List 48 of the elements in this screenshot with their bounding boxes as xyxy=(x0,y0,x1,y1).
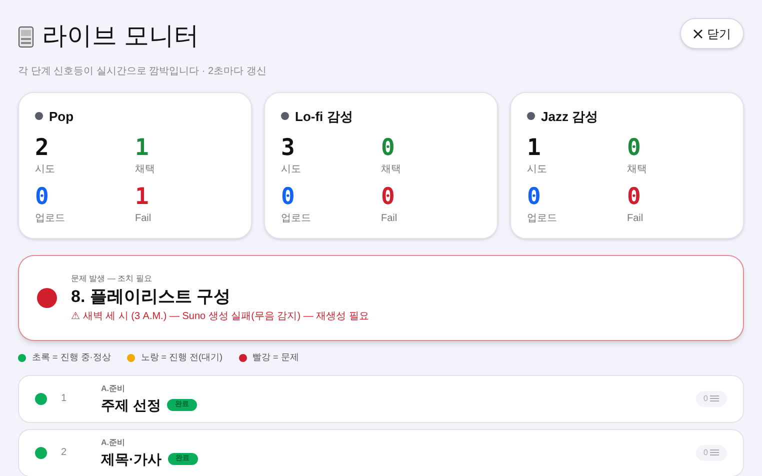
channel-name: Pop xyxy=(49,108,74,126)
stat-value: 0 xyxy=(381,134,396,162)
stat-label: Fail xyxy=(135,212,152,226)
stat-label: Fail xyxy=(627,212,644,226)
legend-label: 노랑 = 진행 전(대기) xyxy=(140,351,223,364)
stat-label: Fail xyxy=(381,212,398,226)
stat-label: 채택 xyxy=(627,163,648,177)
stat-label: 시도 xyxy=(35,163,56,177)
close-button[interactable]: 닫기 xyxy=(680,18,744,49)
step-title: 주제 선정 xyxy=(101,396,161,414)
alert-title: 8. 플레이리스트 구성 xyxy=(71,286,232,308)
stat-label: 채택 xyxy=(135,163,156,177)
step-group: A.준비 xyxy=(101,382,197,394)
stat-label: 업로드 xyxy=(527,212,558,226)
stat-value: 0 xyxy=(381,183,396,211)
legend-label: 빨강 = 문제 xyxy=(252,351,299,364)
page-title: 라이브 모니터 xyxy=(42,21,199,52)
stat-label: 업로드 xyxy=(35,212,66,226)
count-value: 0 xyxy=(704,446,708,458)
stat-value: 3 xyxy=(281,134,296,162)
step-number: 1 xyxy=(61,392,68,406)
alert-eyebrow: 문제 발생 — 조치 필요 xyxy=(71,272,153,284)
legend-label: 초록 = 진행 중·정상 xyxy=(32,351,111,364)
stat-value: 0 xyxy=(627,183,642,211)
page-subtitle: 각 단계 신호등이 실시간으로 깜박입니다 · 2초마다 갱신 xyxy=(18,64,266,78)
step-group: A.준비 xyxy=(101,436,198,448)
stat-value: 0 xyxy=(627,134,642,162)
step-title: 제목·가사 xyxy=(101,450,162,468)
stat-value: 0 xyxy=(527,183,542,211)
stat-value: 1 xyxy=(135,134,150,162)
stat-label: 업로드 xyxy=(281,212,312,226)
channel-name: Jazz 감성 xyxy=(541,108,598,126)
stat-value: 0 xyxy=(281,183,296,211)
stat-label: 채택 xyxy=(381,163,402,177)
alert-message: ⚠ 새벽 세 시 (3 A.M.) — Suno 생성 실패(무음 감지) — 재생성 필요 xyxy=(71,310,369,324)
stat-value: 1 xyxy=(527,134,542,162)
close-icon xyxy=(693,28,703,38)
list-icon xyxy=(710,395,719,402)
stat-value: 0 xyxy=(35,183,50,211)
count-value: 0 xyxy=(704,392,708,404)
list-icon xyxy=(710,449,719,456)
stat-label: 시도 xyxy=(527,163,548,177)
stat-value: 1 xyxy=(135,183,150,211)
pager-icon xyxy=(18,26,34,48)
channel-name: Lo-fi 감성 xyxy=(295,108,353,126)
step-number: 2 xyxy=(61,446,68,460)
stat-value: 2 xyxy=(35,134,50,162)
stat-label: 시도 xyxy=(281,163,302,177)
